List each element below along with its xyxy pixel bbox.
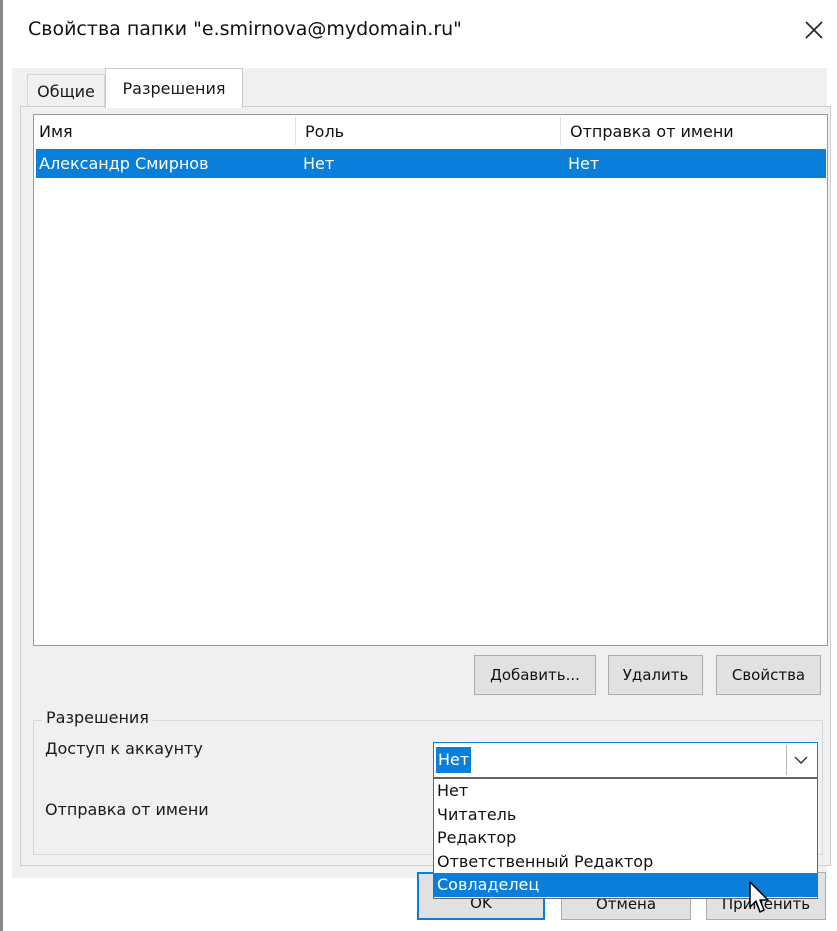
- add-button[interactable]: Добавить...: [474, 655, 596, 695]
- mouse-pointer-icon: [748, 880, 772, 920]
- row-send-as: Нет: [568, 154, 600, 173]
- permissions-list[interactable]: Имя Роль Отправка от имени Александр Сми…: [33, 114, 828, 646]
- chevron-down-icon: [794, 756, 808, 764]
- option-responsible-editor[interactable]: Ответственный Редактор: [434, 850, 817, 874]
- dropdown-toggle[interactable]: [786, 745, 815, 775]
- close-button[interactable]: [795, 10, 833, 50]
- permissions-group-label: Разрешения: [42, 708, 153, 727]
- tab-permissions[interactable]: Разрешения: [105, 68, 243, 108]
- column-divider[interactable]: [560, 117, 561, 145]
- column-header-send-as[interactable]: Отправка от имени: [570, 115, 825, 147]
- column-divider[interactable]: [295, 117, 296, 145]
- account-access-select[interactable]: Нет: [433, 742, 818, 778]
- window-edge: [0, 0, 3, 931]
- table-row[interactable]: Александр Смирнов Нет Нет: [36, 149, 826, 178]
- account-access-value: Нет: [436, 747, 472, 773]
- tab-general[interactable]: Общие: [27, 74, 105, 108]
- option-none[interactable]: Нет: [434, 779, 817, 803]
- row-role: Нет: [303, 154, 335, 173]
- option-reader[interactable]: Читатель: [434, 803, 817, 827]
- account-access-label: Доступ к аккаунту: [45, 739, 203, 758]
- row-name: Александр Смирнов: [39, 154, 209, 173]
- remove-button[interactable]: Удалить: [608, 655, 703, 695]
- column-header-role[interactable]: Роль: [305, 115, 560, 147]
- option-editor[interactable]: Редактор: [434, 826, 817, 850]
- column-header-name[interactable]: Имя: [39, 115, 294, 147]
- window-title: Свойства папки "e.smirnova@mydomain.ru": [28, 18, 462, 40]
- properties-button[interactable]: Свойства: [716, 655, 821, 695]
- close-icon: [805, 21, 823, 39]
- send-as-label: Отправка от имени: [45, 800, 209, 819]
